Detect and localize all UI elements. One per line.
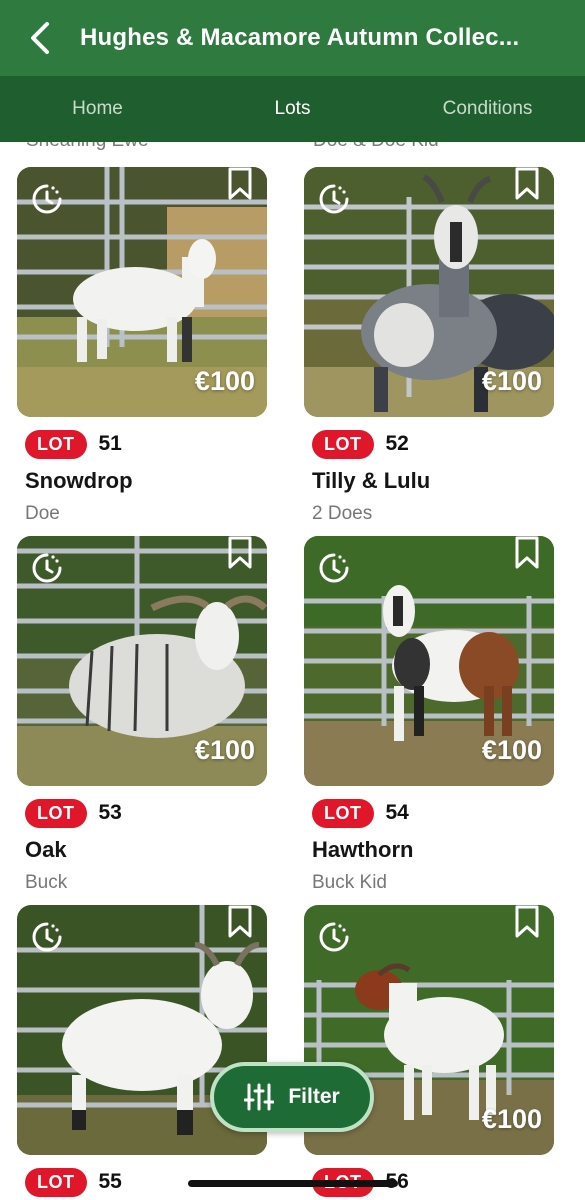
back-button[interactable]	[0, 0, 80, 76]
lot-price: €100	[481, 735, 542, 765]
lot-photo[interactable]: €100	[304, 167, 554, 417]
lot-name: Snowdrop	[25, 468, 133, 493]
tab-lots[interactable]: Lots	[195, 76, 390, 142]
tab-conditions[interactable]: Conditions	[390, 76, 585, 142]
lot-number: 55	[98, 1170, 122, 1193]
bookmark-icon[interactable]	[514, 905, 540, 939]
timer-icon	[319, 922, 349, 952]
lot-type: Buck Kid	[312, 872, 387, 893]
lot-number: 51	[98, 432, 122, 455]
lot-price: €100	[194, 366, 255, 396]
previous-row-labels: Shearling Ewe Doe & Doe Kid	[0, 142, 585, 154]
lot-name: Oak	[25, 837, 67, 862]
lot-number: 54	[385, 801, 409, 824]
previous-lot-type-right: Doe & Doe Kid	[313, 142, 439, 152]
lot-type: 2 Does	[312, 503, 373, 524]
lot-card[interactable]: €1 LOT 55	[17, 905, 267, 1197]
previous-lot-type-left: Shearling Ewe	[26, 142, 149, 152]
bookmark-icon[interactable]	[227, 167, 253, 201]
lot-type: Buck	[25, 872, 68, 893]
lot-price: €100	[481, 366, 542, 396]
home-indicator	[188, 1180, 398, 1187]
bookmark-icon[interactable]	[227, 905, 253, 939]
lot-card[interactable]: €100 LOT 56	[304, 905, 554, 1197]
lot-number: 52	[385, 432, 409, 455]
lot-badge: LOT	[25, 798, 87, 828]
lot-name: Hawthorn	[312, 837, 414, 862]
lot-price: €100	[194, 735, 255, 765]
bookmark-icon[interactable]	[227, 536, 253, 570]
app-header: Hughes & Macamore Autumn Collec...	[0, 0, 585, 76]
lot-card[interactable]: €100 LOT 51 Snowdrop Doe	[17, 167, 267, 525]
lot-photo[interactable]: €100	[17, 536, 267, 786]
timer-icon	[319, 184, 349, 214]
lot-badge: LOT	[312, 798, 374, 828]
tab-home[interactable]: Home	[0, 76, 195, 142]
bookmark-icon[interactable]	[514, 536, 540, 570]
lots-grid: Shearling Ewe Doe & Doe Kid	[0, 142, 585, 1200]
lot-photo[interactable]: €100	[304, 536, 554, 786]
lot-card[interactable]: €100 LOT 52 Tilly & Lulu 2 Does	[304, 167, 554, 525]
chevron-left-icon	[31, 22, 49, 54]
lot-photo[interactable]: €100	[17, 167, 267, 417]
timer-icon	[32, 184, 62, 214]
lot-number: 53	[98, 801, 122, 824]
filter-button[interactable]: Filter	[210, 1062, 374, 1132]
lot-badge: LOT	[312, 429, 374, 459]
timer-icon	[32, 553, 62, 583]
lot-name: Tilly & Lulu	[312, 468, 431, 493]
lot-card[interactable]: €100 LOT 54 Hawthorn Buck Kid	[304, 536, 554, 894]
filter-label: Filter	[288, 1085, 340, 1108]
lot-badge: LOT	[25, 429, 87, 459]
lot-type: Doe	[25, 503, 60, 524]
tab-bar: Home Lots Conditions	[0, 76, 585, 142]
sliders-icon	[244, 1083, 275, 1111]
lot-card[interactable]: €100 LOT 53 Oak Buck	[17, 536, 267, 894]
timer-icon	[32, 922, 62, 952]
timer-icon	[319, 553, 349, 583]
bookmark-icon[interactable]	[514, 167, 540, 201]
page-title: Hughes & Macamore Autumn Collec...	[80, 24, 520, 51]
lot-price: €100	[481, 1104, 542, 1134]
lot-badge: LOT	[25, 1167, 87, 1197]
